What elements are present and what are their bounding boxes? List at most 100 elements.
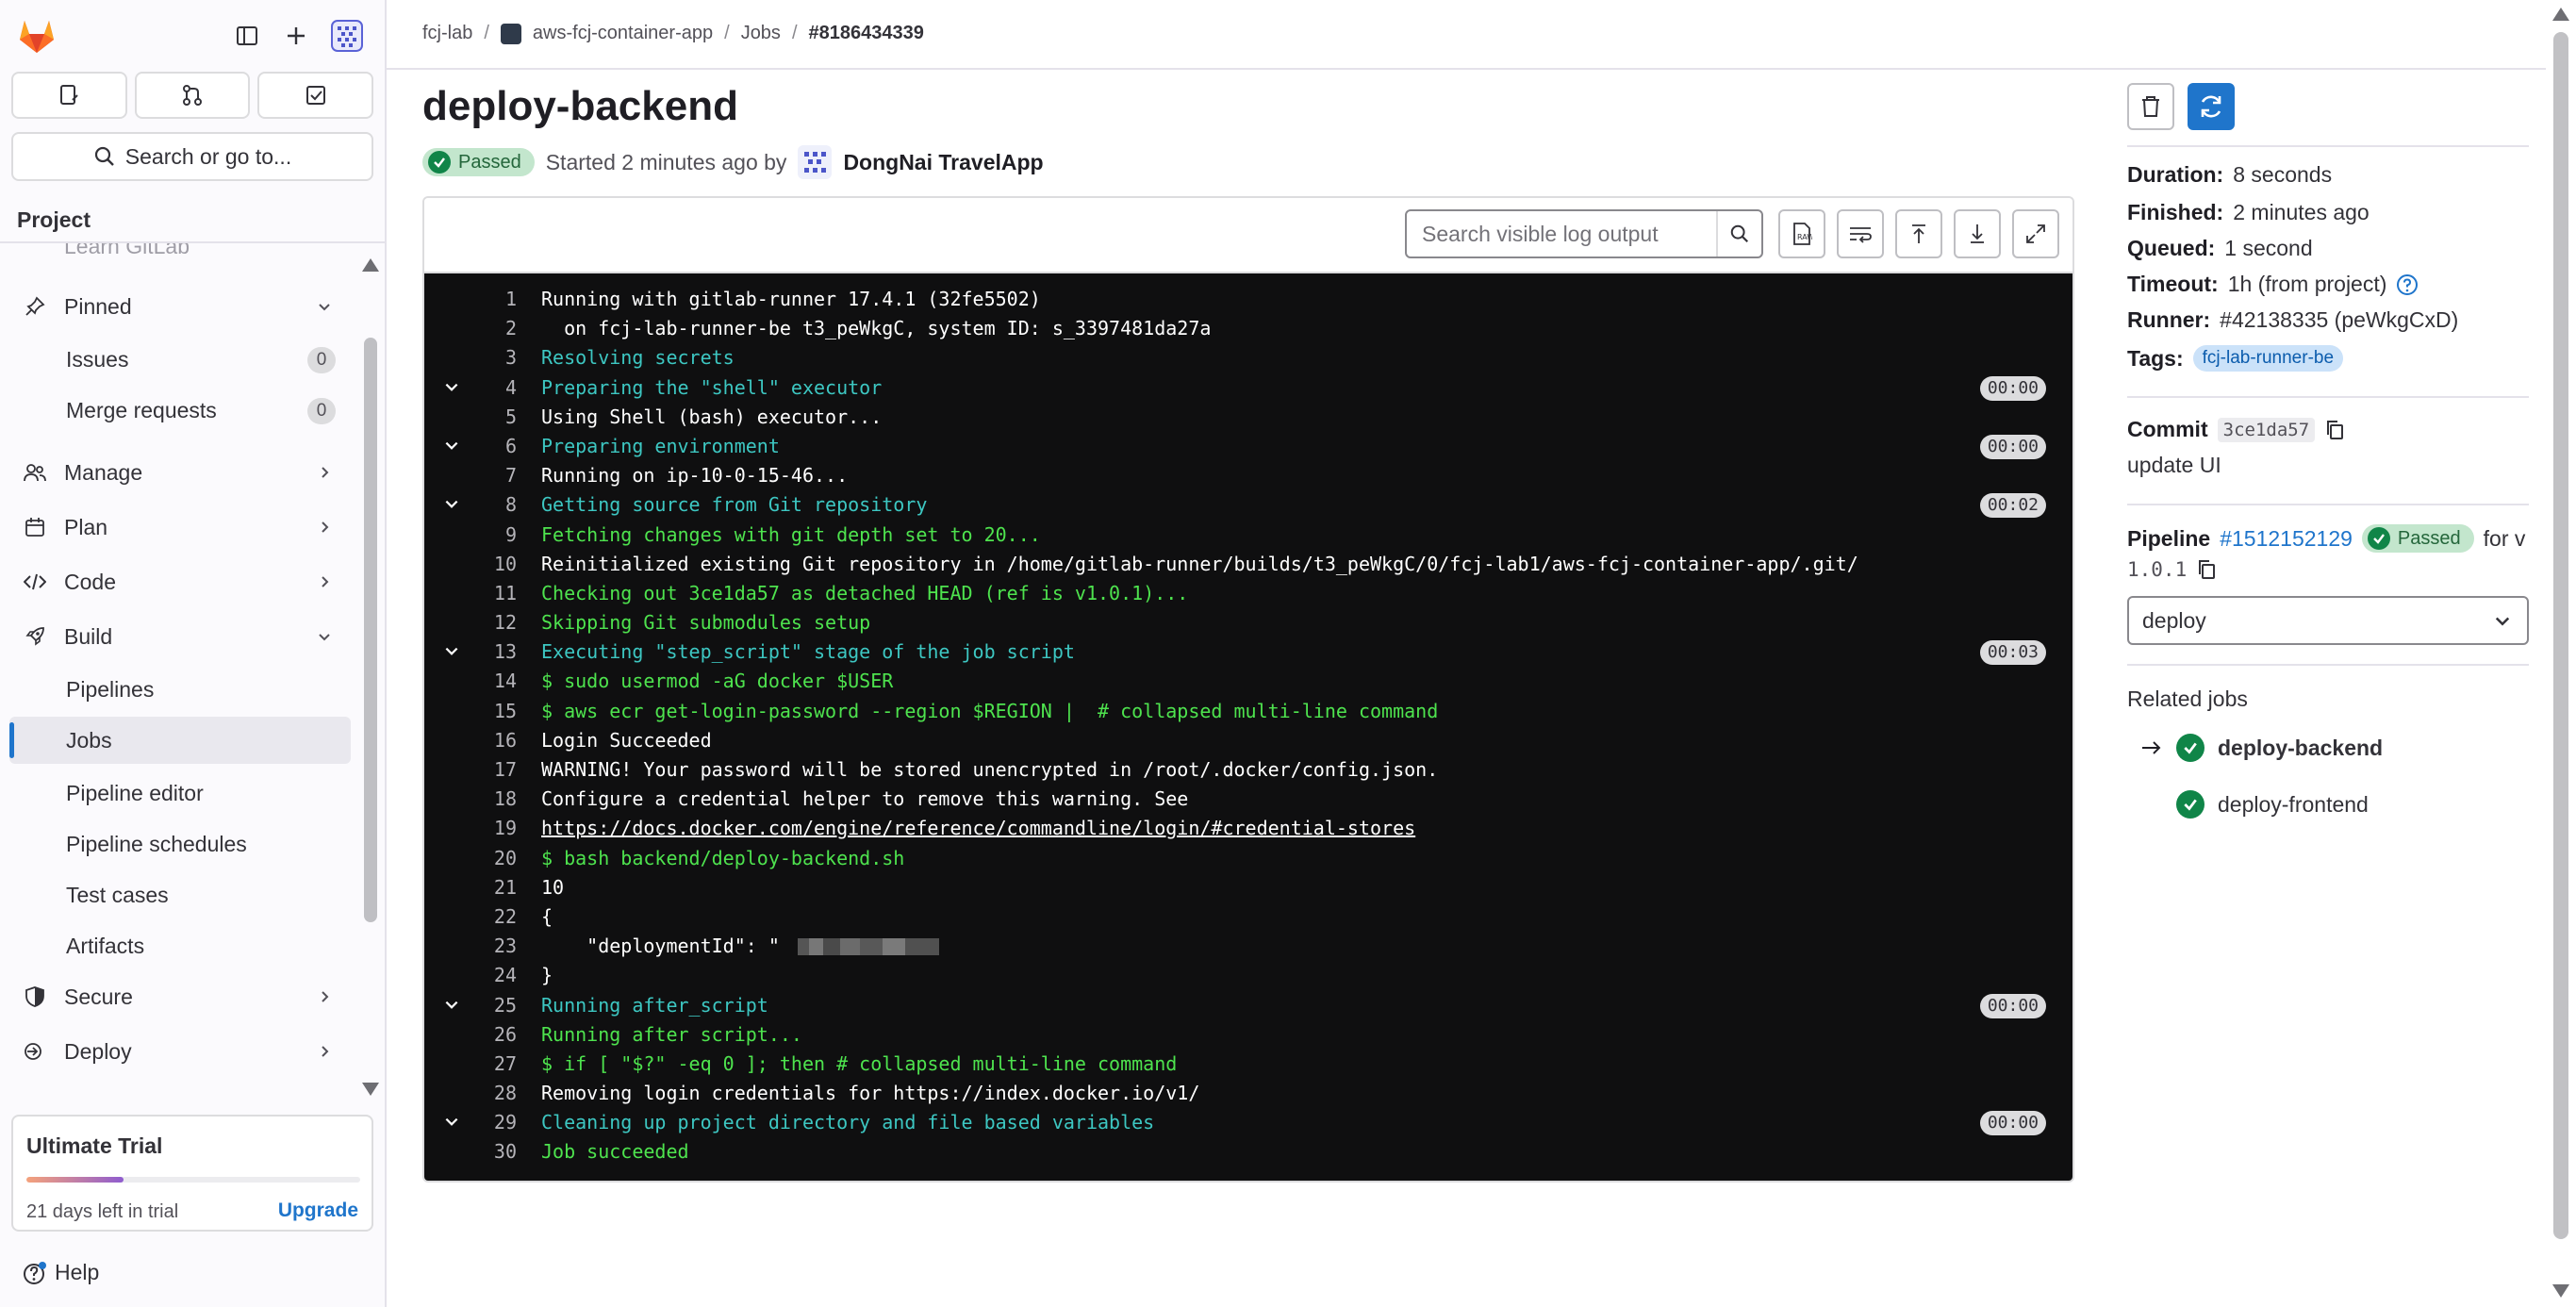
related-job-item[interactable]: deploy-backend xyxy=(2140,734,2383,762)
log-line-number[interactable]: 7 xyxy=(462,461,517,490)
log-line-number[interactable]: 13 xyxy=(462,637,517,667)
user-name-link[interactable]: DongNai TravelApp xyxy=(843,150,1043,175)
log-line-number[interactable]: 25 xyxy=(462,991,517,1020)
chevron-down-icon[interactable] xyxy=(439,492,464,517)
log-line-number[interactable]: 3 xyxy=(462,343,517,372)
retry-job-button[interactable] xyxy=(2188,83,2235,130)
log-line-number[interactable]: 30 xyxy=(462,1137,517,1166)
log-section-header[interactable]: 8 Getting source from Git repository 00:02 xyxy=(424,490,2072,520)
breadcrumb-group[interactable]: fcj-lab xyxy=(422,23,472,44)
log-line-number[interactable]: 28 xyxy=(462,1079,517,1108)
commit-sha-link[interactable]: 3ce1da57 xyxy=(2217,417,2316,442)
merge-requests-button[interactable] xyxy=(134,72,251,119)
search-button[interactable]: Search or go to... xyxy=(11,132,373,181)
related-job-item[interactable]: deploy-frontend xyxy=(2176,790,2369,819)
user-avatar[interactable] xyxy=(328,17,366,55)
log-line-number[interactable]: 6 xyxy=(462,432,517,461)
log-search-button[interactable] xyxy=(1716,211,1761,256)
chevron-down-icon[interactable] xyxy=(439,434,464,458)
log-line-number[interactable]: 8 xyxy=(462,490,517,520)
log-line-number[interactable]: 23 xyxy=(462,932,517,961)
log-line-number[interactable]: 26 xyxy=(462,1020,517,1050)
chevron-down-icon[interactable] xyxy=(439,375,464,400)
help-button[interactable]: Help xyxy=(23,1260,99,1285)
log-line-number[interactable]: 1 xyxy=(462,285,517,314)
sidebar-item-learn-gitlab[interactable]: Learn GitLab xyxy=(9,243,351,270)
log-line-number[interactable]: 20 xyxy=(462,844,517,873)
sidebar-item-pipeline-editor[interactable]: Pipeline editor xyxy=(9,769,351,817)
log-section-header[interactable]: 25 Running after_script 00:00 xyxy=(424,991,2072,1020)
sidebar-item-jobs[interactable]: Jobs xyxy=(9,717,351,764)
sidebar-item-pinned[interactable]: Pinned xyxy=(9,283,351,330)
scrollbar-thumb[interactable] xyxy=(364,338,377,922)
sidebar-item-pipelines[interactable]: Pipelines xyxy=(9,666,351,713)
breadcrumb-project[interactable]: aws-fcj-container-app xyxy=(533,23,713,44)
sidebar-item-plan[interactable]: Plan xyxy=(9,504,351,551)
status-badge[interactable]: Passed xyxy=(422,148,535,176)
log-line-number[interactable]: 22 xyxy=(462,902,517,932)
log-line-number[interactable]: 10 xyxy=(462,550,517,579)
breadcrumb-current[interactable]: #8186434339 xyxy=(809,23,924,44)
sidebar-item-deploy[interactable]: Deploy xyxy=(9,1028,351,1075)
log-link[interactable]: https://docs.docker.com/engine/reference… xyxy=(541,814,1415,843)
log-line-number[interactable]: 15 xyxy=(462,697,517,726)
sidebar-item-manage[interactable]: Manage xyxy=(9,449,351,496)
log-line-number[interactable]: 19 xyxy=(462,814,517,843)
sidebar-scrollbar[interactable] xyxy=(360,253,379,1101)
toggle-sidebar-icon[interactable] xyxy=(228,17,266,55)
scroll-down-arrow-icon[interactable] xyxy=(2552,1284,2569,1298)
create-new-icon[interactable] xyxy=(277,17,315,55)
show-raw-button[interactable]: RAW xyxy=(1778,209,1825,258)
scroll-to-top-button[interactable] xyxy=(1895,209,1942,258)
breadcrumb-jobs[interactable]: Jobs xyxy=(741,23,781,44)
log-line-number[interactable]: 16 xyxy=(462,726,517,755)
user-avatar[interactable] xyxy=(798,145,833,179)
log-line-number[interactable]: 9 xyxy=(462,521,517,550)
sidebar-item-artifacts[interactable]: Artifacts xyxy=(9,922,351,969)
assigned-issues-button[interactable] xyxy=(11,72,127,119)
page-scrollbar[interactable] xyxy=(2546,0,2576,1307)
todo-list-button[interactable] xyxy=(257,72,374,119)
gitlab-logo-icon[interactable] xyxy=(15,13,58,57)
sidebar-item-test-cases[interactable]: Test cases xyxy=(9,871,351,918)
log-line-number[interactable]: 18 xyxy=(462,785,517,814)
sidebar-item-issues[interactable]: Issues 0 xyxy=(9,336,351,383)
sidebar-item-merge-requests[interactable]: Merge requests 0 xyxy=(9,387,351,434)
sidebar-item-build[interactable]: Build xyxy=(9,613,351,660)
question-circle-icon[interactable] xyxy=(2396,273,2419,296)
trial-widget[interactable]: Ultimate Trial 21 days left in trial Upg… xyxy=(11,1115,373,1232)
scroll-up-arrow-icon[interactable] xyxy=(2552,8,2569,21)
copy-icon[interactable] xyxy=(2324,419,2345,441)
log-line-number[interactable]: 14 xyxy=(462,667,517,696)
sidebar-item-secure[interactable]: Secure xyxy=(9,973,351,1020)
log-line-number[interactable]: 2 xyxy=(462,314,517,343)
log-section-header[interactable]: 6 Preparing environment 00:00 xyxy=(424,432,2072,461)
log-section-header[interactable]: 4 Preparing the "shell" executor 00:00 xyxy=(424,373,2072,403)
sidebar-item-code[interactable]: Code xyxy=(9,558,351,605)
log-line-number[interactable]: 27 xyxy=(462,1050,517,1079)
chevron-down-icon[interactable] xyxy=(439,1110,464,1134)
fullscreen-button[interactable] xyxy=(2012,209,2059,258)
scroll-to-bottom-button[interactable] xyxy=(1954,209,2001,258)
log-search-input[interactable] xyxy=(1407,211,1716,256)
log-line-number[interactable]: 29 xyxy=(462,1108,517,1137)
scroll-up-arrow-icon[interactable] xyxy=(362,258,379,272)
stage-select[interactable]: deploy xyxy=(2127,596,2529,645)
erase-job-button[interactable] xyxy=(2127,83,2174,130)
scrollbar-thumb[interactable] xyxy=(2553,32,2568,1239)
log-section-header[interactable]: 13 Executing "step_script" stage of the j… xyxy=(424,637,2072,667)
log-line-number[interactable]: 11 xyxy=(462,579,517,608)
sidebar-item-pipeline-schedules[interactable]: Pipeline schedules xyxy=(9,820,351,868)
log-line-number[interactable]: 4 xyxy=(462,373,517,403)
pipeline-status-badge[interactable]: Passed xyxy=(2361,524,2474,553)
chevron-down-icon[interactable] xyxy=(439,639,464,664)
chevron-down-icon[interactable] xyxy=(439,993,464,1017)
copy-icon[interactable] xyxy=(2196,558,2217,581)
log-section-header[interactable]: 29 Cleaning up project directory and file… xyxy=(424,1108,2072,1137)
log-line-number[interactable]: 17 xyxy=(462,755,517,785)
log-line-number[interactable]: 24 xyxy=(462,961,517,990)
upgrade-link[interactable]: Upgrade xyxy=(278,1199,358,1222)
log-line-number[interactable]: 21 xyxy=(462,873,517,902)
scroll-down-arrow-icon[interactable] xyxy=(362,1083,379,1096)
ref-link[interactable]: 1.0.1 xyxy=(2127,558,2187,581)
